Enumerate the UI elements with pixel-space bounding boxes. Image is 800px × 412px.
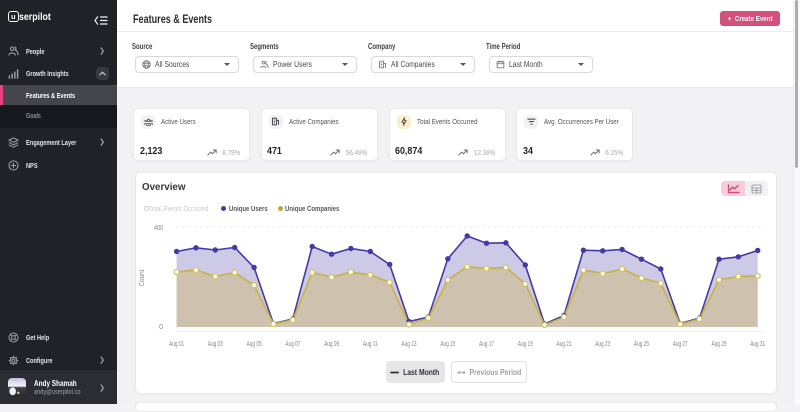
svg-text:Aug 21: Aug 21: [556, 341, 571, 348]
svg-text:Aug 03: Aug 03: [208, 341, 223, 348]
svg-text:Aug 25: Aug 25: [634, 341, 649, 348]
svg-text:0: 0: [159, 324, 163, 331]
svg-text:Aug 17: Aug 17: [479, 341, 494, 348]
svg-text:Aug 13: Aug 13: [401, 341, 416, 348]
svg-text:Aug 27: Aug 27: [672, 341, 687, 348]
svg-text:Aug 01: Aug 01: [169, 341, 184, 348]
svg-text:Aug 11: Aug 11: [363, 341, 378, 348]
svg-text:400: 400: [154, 225, 163, 232]
svg-text:Aug 29: Aug 29: [711, 341, 726, 348]
svg-text:Aug 23: Aug 23: [595, 341, 610, 348]
svg-text:Aug 07: Aug 07: [285, 341, 300, 348]
svg-text:Aug 19: Aug 19: [518, 341, 533, 348]
svg-text:Count: Count: [139, 269, 146, 286]
svg-text:Aug 05: Aug 05: [246, 341, 261, 348]
svg-text:Aug 15: Aug 15: [440, 341, 455, 348]
svg-text:Aug 31: Aug 31: [750, 341, 765, 348]
svg-text:Aug 09: Aug 09: [324, 341, 339, 348]
